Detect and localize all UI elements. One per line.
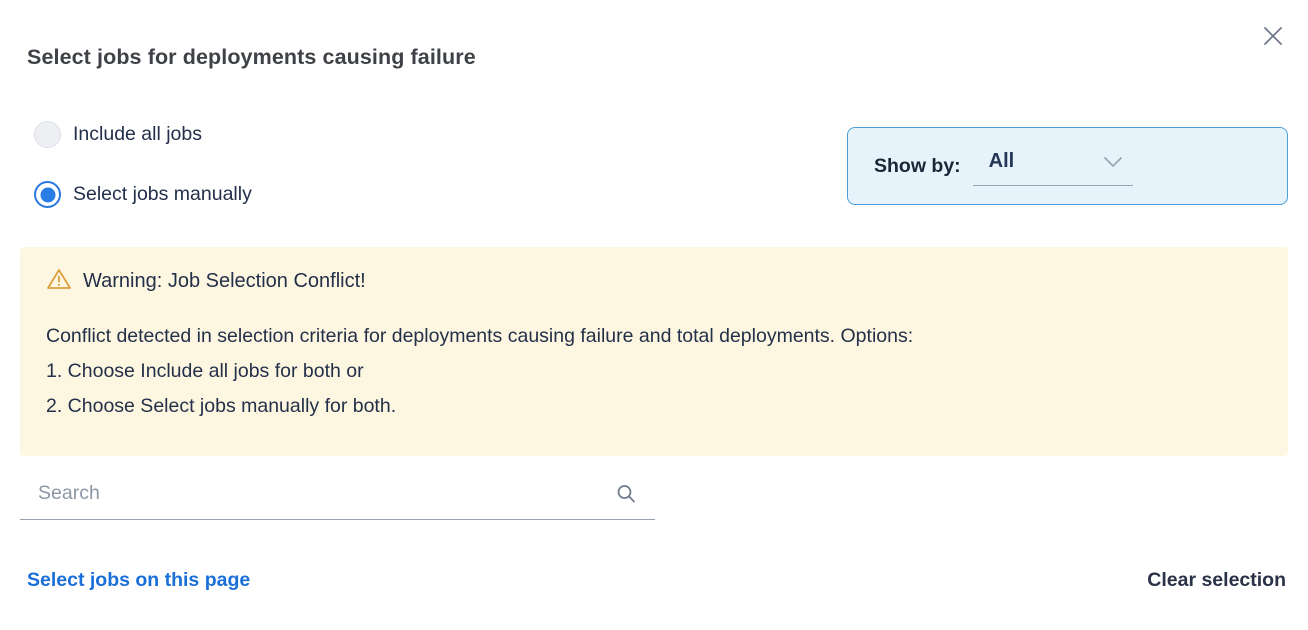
radio-select-jobs-manually[interactable]: Select jobs manually	[34, 181, 252, 208]
radio-select-jobs-manually-label: Select jobs manually	[73, 183, 252, 206]
search-field	[20, 482, 655, 520]
search-icon[interactable]	[615, 483, 637, 505]
show-by-panel: Show by: All	[847, 127, 1288, 205]
radio-include-all-jobs[interactable]: Include all jobs	[34, 121, 202, 148]
close-icon[interactable]	[1262, 25, 1284, 47]
warning-option-1: 1. Choose Include all jobs for both or	[46, 354, 1262, 389]
warning-message: Conflict detected in selection criteria …	[46, 319, 1262, 354]
radio-include-all-jobs-label: Include all jobs	[73, 123, 202, 146]
radio-selected-icon[interactable]	[34, 181, 61, 208]
clear-selection-button[interactable]: Clear selection	[1147, 569, 1286, 592]
warning-triangle-icon	[46, 267, 72, 296]
select-jobs-on-page-link[interactable]: Select jobs on this page	[27, 569, 250, 592]
warning-banner: Warning: Job Selection Conflict! Conflic…	[20, 247, 1288, 456]
chevron-down-icon	[1103, 156, 1123, 168]
show-by-dropdown[interactable]: All	[973, 150, 1133, 186]
warning-option-2: 2. Choose Select jobs manually for both.	[46, 389, 1262, 424]
warning-header: Warning: Job Selection Conflict!	[46, 267, 1262, 296]
search-input[interactable]	[38, 482, 615, 505]
dialog-title: Select jobs for deployments causing fail…	[27, 45, 476, 70]
show-by-label: Show by:	[874, 155, 961, 178]
warning-title: Warning: Job Selection Conflict!	[83, 270, 366, 293]
radio-unselected-icon[interactable]	[34, 121, 61, 148]
show-by-selected-value: All	[989, 150, 1015, 173]
select-jobs-dialog: Select jobs for deployments causing fail…	[0, 0, 1308, 630]
